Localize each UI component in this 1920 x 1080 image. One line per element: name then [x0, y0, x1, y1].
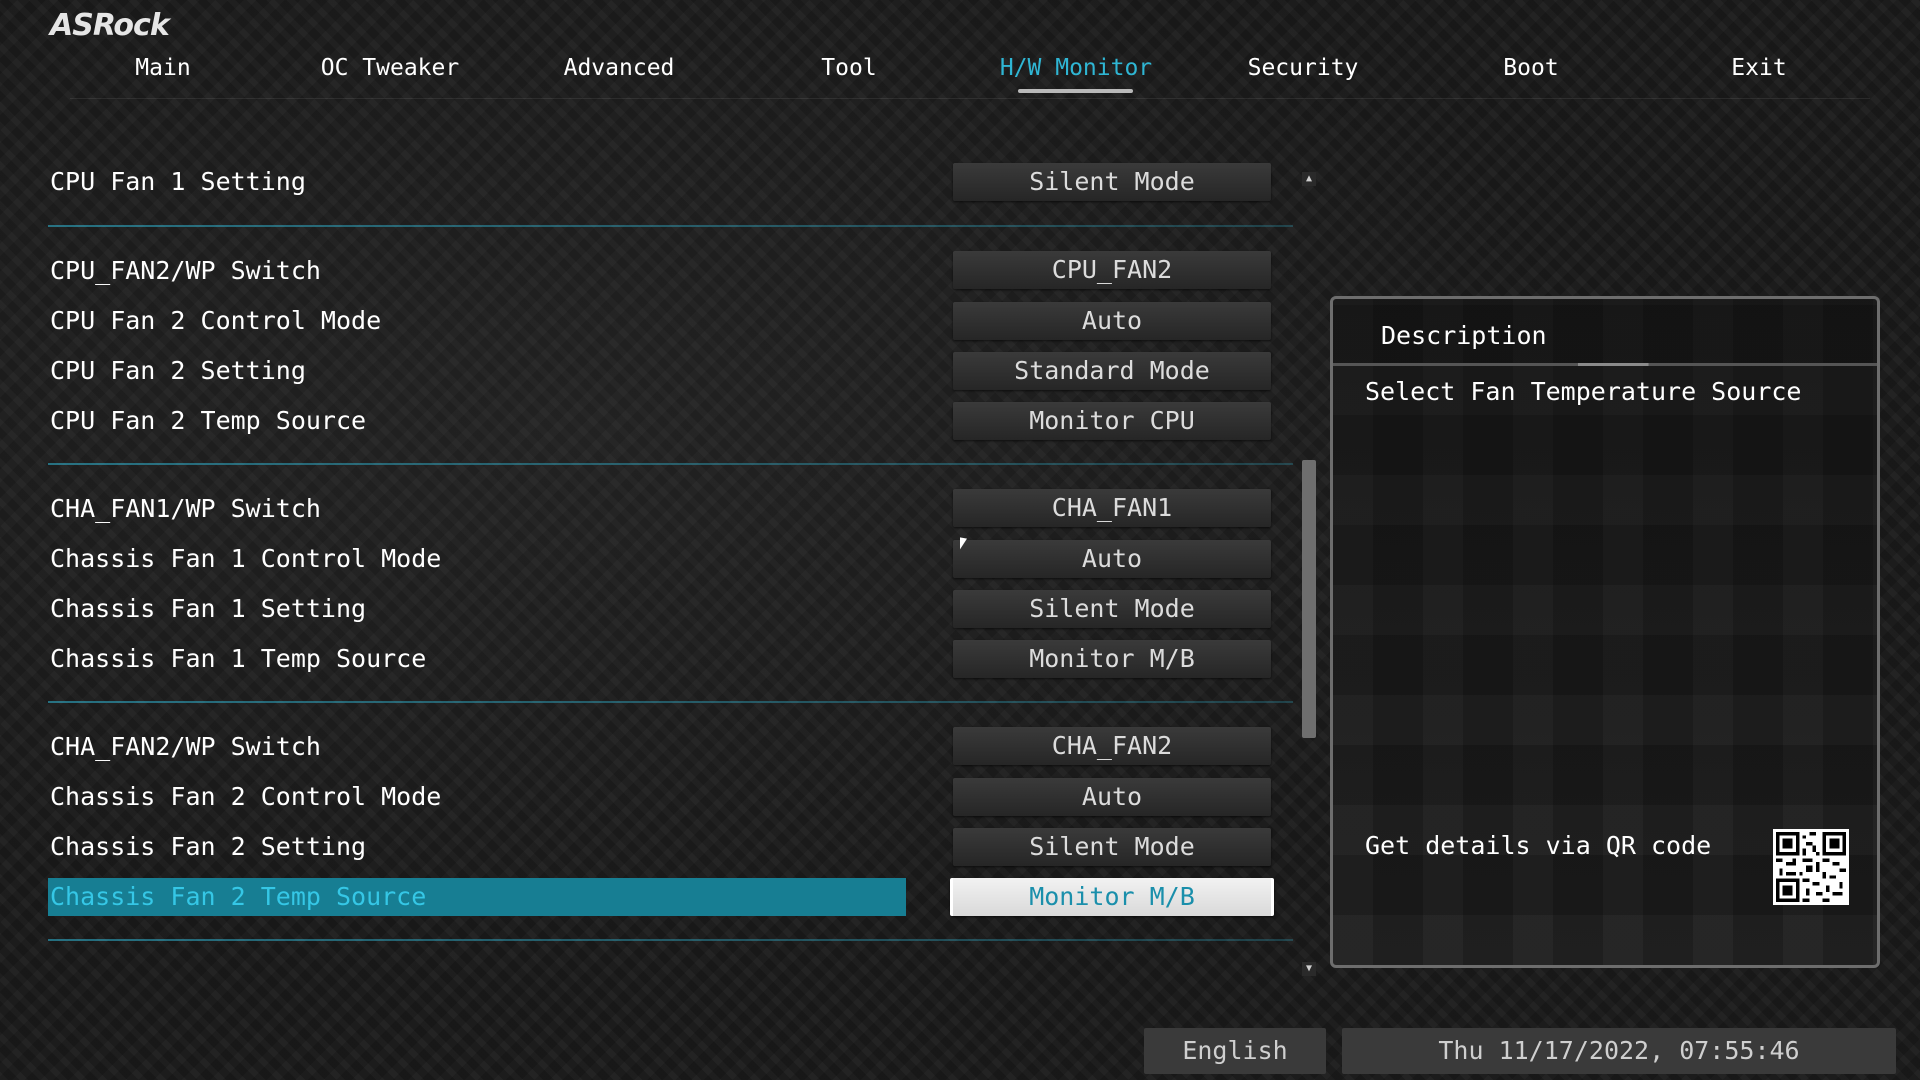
- active-tab-indicator: [1018, 89, 1133, 93]
- setting-label-chassis-fan1-temp-source[interactable]: Chassis Fan 1 Temp Source: [50, 641, 426, 677]
- setting-label-chassis-fan1-control-mode[interactable]: Chassis Fan 1 Control Mode: [50, 541, 441, 577]
- setting-value-cpu-fan2-temp-source[interactable]: Monitor CPU: [953, 402, 1271, 440]
- setting-label-cpu-fan1-setting[interactable]: CPU Fan 1 Setting: [50, 164, 306, 200]
- setting-label-cpu-fan2-setting[interactable]: CPU Fan 2 Setting: [50, 353, 306, 389]
- header-divider: [70, 98, 1870, 99]
- group-divider: [48, 939, 1293, 941]
- description-title: Description: [1381, 321, 1547, 350]
- tab-hw-monitor[interactable]: H/W Monitor: [976, 55, 1176, 81]
- setting-value-cha-fan2-wp-switch[interactable]: CHA_FAN2: [953, 727, 1271, 765]
- setting-label-cpu-fan2-control-mode[interactable]: CPU Fan 2 Control Mode: [50, 303, 381, 339]
- setting-value-chassis-fan1-temp-source[interactable]: Monitor M/B: [953, 640, 1271, 678]
- setting-value-chassis-fan2-control-mode[interactable]: Auto: [953, 778, 1271, 816]
- tab-security[interactable]: Security: [1203, 55, 1403, 81]
- setting-value-chassis-fan2-temp-source[interactable]: Monitor M/B: [950, 878, 1274, 916]
- setting-label-chassis-fan1-setting[interactable]: Chassis Fan 1 Setting: [50, 591, 366, 627]
- scrollbar-thumb[interactable]: [1302, 460, 1316, 738]
- tab-exit[interactable]: Exit: [1659, 55, 1859, 81]
- tab-main[interactable]: Main: [63, 55, 263, 81]
- setting-label-cha-fan2-wp-switch[interactable]: CHA_FAN2/WP Switch: [50, 729, 321, 765]
- setting-value-chassis-fan1-setting[interactable]: Silent Mode: [953, 590, 1271, 628]
- qr-code-icon: [1773, 829, 1849, 905]
- setting-label-chassis-fan2-setting[interactable]: Chassis Fan 2 Setting: [50, 829, 366, 865]
- description-title-divider: [1333, 363, 1877, 366]
- group-divider: [48, 701, 1293, 703]
- qr-code-label: Get details via QR code: [1365, 831, 1712, 860]
- tab-oc-tweaker[interactable]: OC Tweaker: [290, 55, 490, 81]
- main-tab-bar: Main OC Tweaker Advanced Tool H/W Monito…: [0, 55, 1880, 100]
- setting-value-cpu-fan2-setting[interactable]: Standard Mode: [953, 352, 1271, 390]
- tab-boot[interactable]: Boot: [1431, 55, 1631, 81]
- setting-label-cpu-fan2-temp-source[interactable]: CPU Fan 2 Temp Source: [50, 403, 366, 439]
- setting-label-chassis-fan2-temp-source[interactable]: Chassis Fan 2 Temp Source: [48, 878, 906, 916]
- setting-value-cpu-fan1-setting[interactable]: Silent Mode: [953, 163, 1271, 201]
- setting-label-chassis-fan2-control-mode[interactable]: Chassis Fan 2 Control Mode: [50, 779, 441, 815]
- setting-value-chassis-fan2-setting[interactable]: Silent Mode: [953, 828, 1271, 866]
- setting-value-cpu-fan2-control-mode[interactable]: Auto: [953, 302, 1271, 340]
- language-selector[interactable]: English: [1144, 1028, 1326, 1074]
- setting-label-cpu-fan2-wp-switch[interactable]: CPU_FAN2/WP Switch: [50, 253, 321, 289]
- mouse-cursor-icon: [960, 537, 967, 551]
- setting-value-cha-fan1-wp-switch[interactable]: CHA_FAN1: [953, 489, 1271, 527]
- group-divider: [48, 463, 1293, 465]
- description-panel: Description Select Fan Temperature Sourc…: [1330, 296, 1880, 968]
- setting-value-cpu-fan2-wp-switch[interactable]: CPU_FAN2: [953, 251, 1271, 289]
- tab-advanced[interactable]: Advanced: [519, 55, 719, 81]
- scroll-up-arrow-icon[interactable]: ▲: [1302, 172, 1316, 186]
- group-divider: [48, 225, 1293, 227]
- scroll-down-arrow-icon[interactable]: ▼: [1302, 962, 1316, 976]
- setting-label-cha-fan1-wp-switch[interactable]: CHA_FAN1/WP Switch: [50, 491, 321, 527]
- setting-value-chassis-fan1-control-mode[interactable]: Auto: [953, 540, 1271, 578]
- asrock-logo: ASRock: [50, 8, 170, 43]
- tab-tool[interactable]: Tool: [749, 55, 949, 81]
- description-text: Select Fan Temperature Source: [1365, 377, 1802, 406]
- datetime-display: Thu 11/17/2022, 07:55:46: [1342, 1028, 1896, 1074]
